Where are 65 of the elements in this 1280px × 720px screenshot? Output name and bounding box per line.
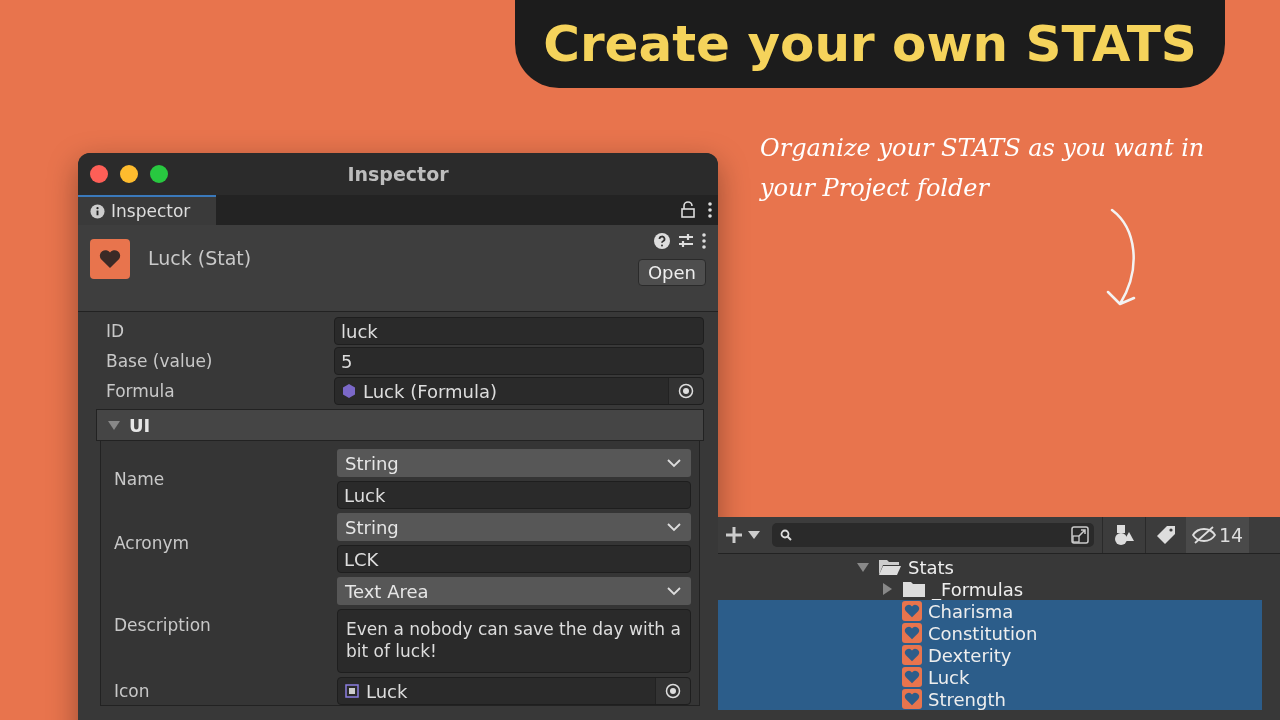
tree-item[interactable]: Constitution xyxy=(718,622,1262,644)
hidden-count-button[interactable]: 14 xyxy=(1186,517,1250,553)
field-label: Icon xyxy=(113,681,151,701)
more-icon[interactable] xyxy=(702,233,706,249)
shapes-icon[interactable] xyxy=(1113,524,1135,546)
lock-icon[interactable] xyxy=(680,201,696,219)
section-header[interactable]: UI xyxy=(96,409,704,441)
banner-title: Create your own STATS xyxy=(515,0,1225,88)
help-icon[interactable] xyxy=(654,233,670,249)
field-label: Description xyxy=(113,615,212,635)
tree-item[interactable]: Charisma xyxy=(718,600,1262,622)
more-icon[interactable] xyxy=(708,202,712,218)
sprite-icon xyxy=(344,683,360,699)
heart-icon xyxy=(902,601,922,621)
chevron-down-icon xyxy=(667,586,681,596)
mode-dropdown[interactable]: String xyxy=(337,513,691,541)
expanded-triangle-icon[interactable] xyxy=(856,560,870,574)
sliders-icon[interactable] xyxy=(678,233,694,249)
object-field[interactable]: Luck xyxy=(337,677,691,705)
chevron-down-icon xyxy=(667,522,681,532)
window-title: Inspector xyxy=(346,163,450,185)
heart-icon xyxy=(902,667,922,687)
plus-icon xyxy=(724,525,744,545)
object-title: Luck (Stat) xyxy=(148,247,253,271)
heart-icon xyxy=(902,689,922,709)
chevron-down-icon xyxy=(667,458,681,468)
inspector-tab[interactable]: Inspector xyxy=(78,195,217,225)
open-folder-icon xyxy=(878,557,902,577)
die-icon xyxy=(341,383,357,399)
object-picker-icon[interactable] xyxy=(665,683,681,699)
field-label: Acronym xyxy=(113,533,191,553)
expanded-triangle-icon[interactable] xyxy=(107,418,121,432)
text-area[interactable]: Even a nobody can save the day with a bit of luck! xyxy=(337,609,691,673)
tree-item[interactable]: Luck xyxy=(718,666,1262,688)
field-label: Formula xyxy=(105,381,176,401)
collapsed-triangle-icon[interactable] xyxy=(880,582,894,596)
text-field[interactable]: 5 xyxy=(334,347,704,375)
search-field[interactable] xyxy=(772,523,1094,547)
info-icon xyxy=(90,203,105,219)
heart-icon xyxy=(902,623,922,643)
open-button[interactable]: Open xyxy=(637,259,706,286)
tree-item[interactable]: Strength xyxy=(718,688,1262,710)
tree-item[interactable]: Dexterity xyxy=(718,644,1262,666)
text-field[interactable]: Luck xyxy=(337,481,691,509)
tree-item[interactable]: _Formulas xyxy=(718,578,1262,600)
field-label: Name xyxy=(113,469,166,489)
annotation-text: Organize your STATS as you want in your Project folder xyxy=(760,133,1206,204)
caret-icon xyxy=(748,531,760,539)
zoom-button[interactable] xyxy=(150,165,168,183)
tag-icon[interactable] xyxy=(1156,525,1176,545)
text-field[interactable]: LCK xyxy=(337,545,691,573)
text-field[interactable]: luck xyxy=(334,317,704,345)
field-label: Base (value) xyxy=(105,351,214,371)
close-button[interactable] xyxy=(90,165,108,183)
field-label: ID xyxy=(105,321,126,341)
mode-dropdown[interactable]: String xyxy=(337,449,691,477)
search-icon xyxy=(780,529,792,541)
minimize-button[interactable] xyxy=(120,165,138,183)
tree-item[interactable]: Stats xyxy=(718,556,1262,578)
expand-icon[interactable] xyxy=(1070,525,1090,545)
object-picker-icon[interactable] xyxy=(678,383,694,399)
eye-slash-icon xyxy=(1192,526,1216,544)
heart-icon xyxy=(902,645,922,665)
mode-dropdown[interactable]: Text Area xyxy=(337,577,691,605)
object-field[interactable]: Luck (Formula) xyxy=(334,377,704,405)
